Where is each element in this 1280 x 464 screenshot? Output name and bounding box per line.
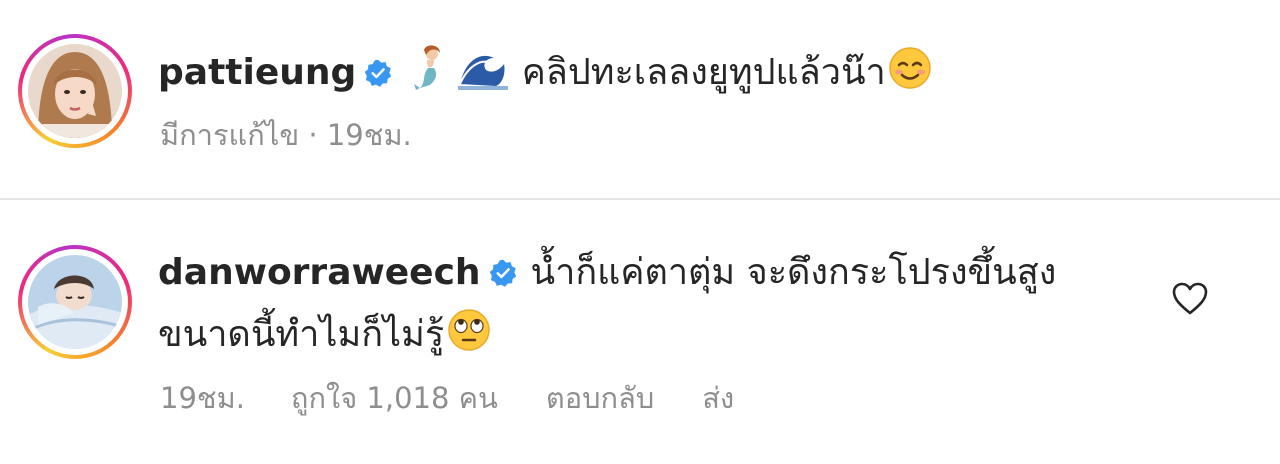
send-button[interactable]: ส่ง (702, 380, 734, 416)
comment-text-line1: น้ำก็แค่ตาตุ่ม จะดึงกระโปรงขึ้นสูง (530, 252, 1057, 293)
edited-label: มีการแก้ไข (160, 118, 300, 152)
avatar-danworraweech[interactable] (18, 245, 132, 359)
eye-roll-emoji (446, 308, 492, 352)
likes-count[interactable]: ถูกใจ 1,018 คน (291, 380, 498, 416)
comment-username[interactable]: danworraweech (158, 252, 481, 293)
comment-row: danworraweech น้ำก็แค่ตาตุ่ม จะดึงกระโปรง… (0, 200, 1280, 464)
meta-separator: · (308, 118, 318, 152)
verified-badge-icon (489, 259, 517, 287)
caption-time[interactable]: 19ชม. (327, 117, 412, 153)
wave-emoji (458, 44, 509, 90)
reply-button[interactable]: ตอบกลับ (546, 380, 654, 416)
avatar-pattieung[interactable] (18, 34, 132, 148)
verified-badge-icon (364, 59, 392, 87)
caption-username[interactable]: pattieung (158, 52, 356, 93)
caption-row: pattieung คลิปทะเลลงยูทูปแล้วน๊า มีการแก… (0, 0, 1280, 198)
mermaid-emoji (408, 44, 454, 90)
caption-text: คลิปทะเลลงยูทูปแล้วน๊า (521, 52, 886, 93)
like-heart-icon[interactable] (1172, 282, 1208, 316)
smiling-face-emoji (888, 46, 932, 90)
comment-text-line2: ขนาดนี้ทำไมก็ไม่รู้ (158, 314, 445, 355)
comment-time[interactable]: 19ชม. (160, 380, 245, 416)
